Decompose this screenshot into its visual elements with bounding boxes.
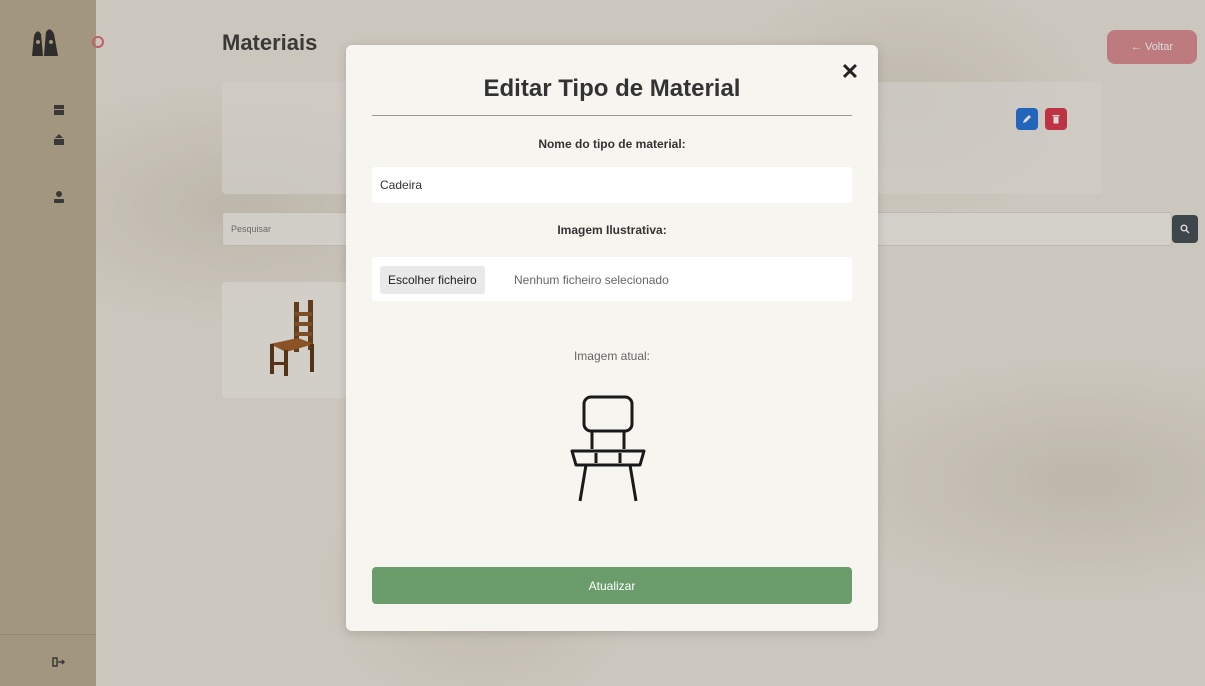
update-button[interactable]: Atualizar xyxy=(372,567,852,604)
chair-icon xyxy=(568,393,648,505)
close-icon[interactable]: ✕ xyxy=(840,61,860,83)
modal-divider xyxy=(372,115,852,116)
file-status: Nenhum ficheiro selecionado xyxy=(514,273,669,287)
name-label: Nome do tipo de material: xyxy=(538,137,686,151)
modal-title: Editar Tipo de Material xyxy=(483,75,741,102)
edit-material-type-modal: Editar Tipo de Material ✕ Nome do tipo d… xyxy=(346,45,878,631)
file-input[interactable]: Escolher ficheiro Nenhum ficheiro seleci… xyxy=(372,257,852,301)
current-image-label: Imagem atual: xyxy=(573,349,651,363)
choose-file-button[interactable]: Escolher ficheiro xyxy=(380,266,485,294)
image-label: Imagem Ilustrativa: xyxy=(557,223,667,237)
material-name-input[interactable] xyxy=(372,167,852,203)
